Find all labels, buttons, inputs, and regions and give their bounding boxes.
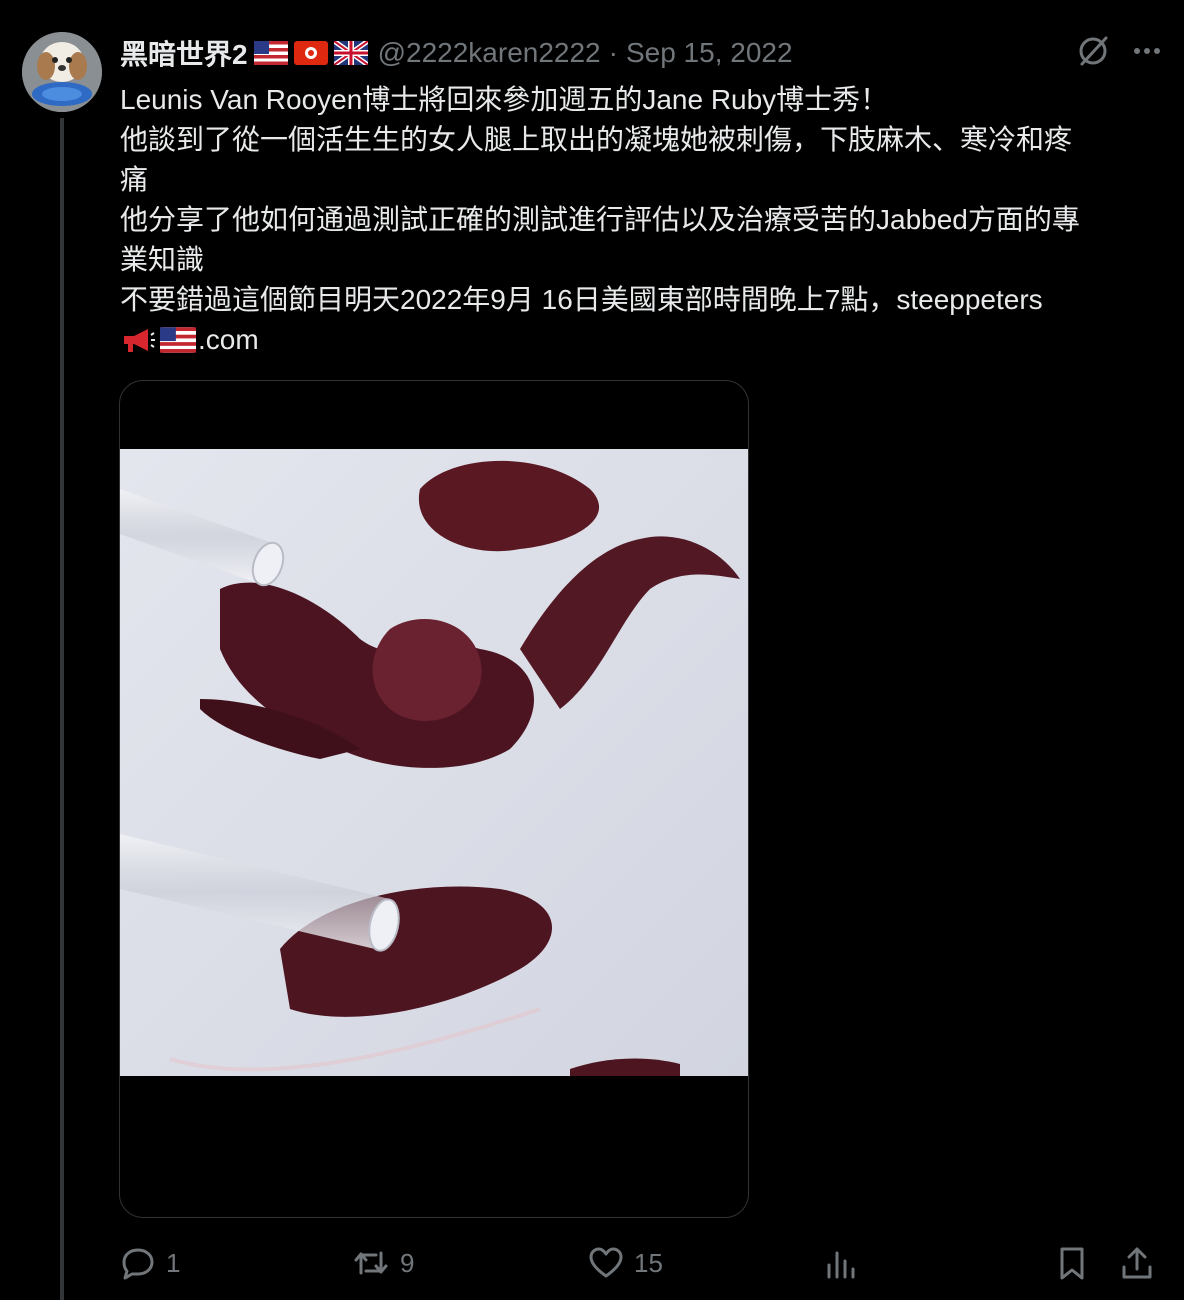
thread-line [60,118,64,1300]
post-text-line: 不要錯過這個節目明天2022年9月 16日美國東部時間晚上7點，steeppet… [120,284,1043,315]
reply-button[interactable]: 1 [120,1240,180,1286]
us-flag-icon [160,327,196,353]
bookmark-button[interactable] [1056,1240,1088,1286]
post-date[interactable]: Sep 15, 2022 [626,37,793,69]
post-text-line: 痛 [120,164,149,195]
analytics-icon [824,1245,858,1281]
separator-dot: · [608,37,618,68]
header-icons [1076,34,1162,68]
uk-flag-icon [333,41,368,65]
media-card[interactable] [119,380,749,1218]
tweet: 黑暗世界2 @2222karen2222 · Sep 15, 2022 Leun… [0,0,1184,1300]
repost-icon [352,1245,390,1281]
media-photo[interactable] [120,449,748,1076]
share-button[interactable] [1120,1240,1154,1286]
bookmark-icon [1056,1245,1088,1281]
heart-icon [588,1245,624,1281]
handle[interactable]: @2222karen2222 [378,37,601,69]
post-text-domain-suffix: .com [198,324,259,355]
post-text-line: 他分享了他如何通過測試正確的測試進行評估以及治療受苦的Jabbed方面的專 [120,204,1080,235]
more-options-icon[interactable] [1132,36,1162,66]
post-text-line: 他談到了從一個活生生的女人腿上取出的凝塊她被刺傷，下肢麻木、寒冷和疼 [120,124,1073,155]
us-flag-icon [253,41,288,65]
avatar[interactable] [22,32,102,112]
post-text: Leunis Van Rooyen博士將回來參加週五的Jane Ruby博士秀！… [120,80,1160,360]
repost-button[interactable]: 9 [352,1240,414,1286]
like-count: 15 [634,1247,663,1278]
display-name[interactable]: 黑暗世界2 [120,33,248,73]
views-button[interactable] [824,1240,858,1286]
reply-icon [120,1245,156,1281]
post-text-line: 業知識 [120,244,205,275]
action-bar: 1 9 15 [120,1240,1160,1286]
share-icon [1120,1245,1154,1281]
reply-count: 1 [166,1247,181,1278]
like-button[interactable]: 15 [588,1240,663,1286]
grok-icon[interactable] [1076,34,1110,68]
megaphone-icon [120,326,156,354]
post-text-last-line: .com [120,320,1160,360]
hong-kong-flag-icon [293,41,328,65]
post-text-line: Leunis Van Rooyen博士將回來參加週五的Jane Ruby博士秀！ [120,84,889,115]
repost-count: 9 [400,1247,415,1278]
post-header: 黑暗世界2 @2222karen2222 · Sep 15, 2022 [120,34,793,72]
